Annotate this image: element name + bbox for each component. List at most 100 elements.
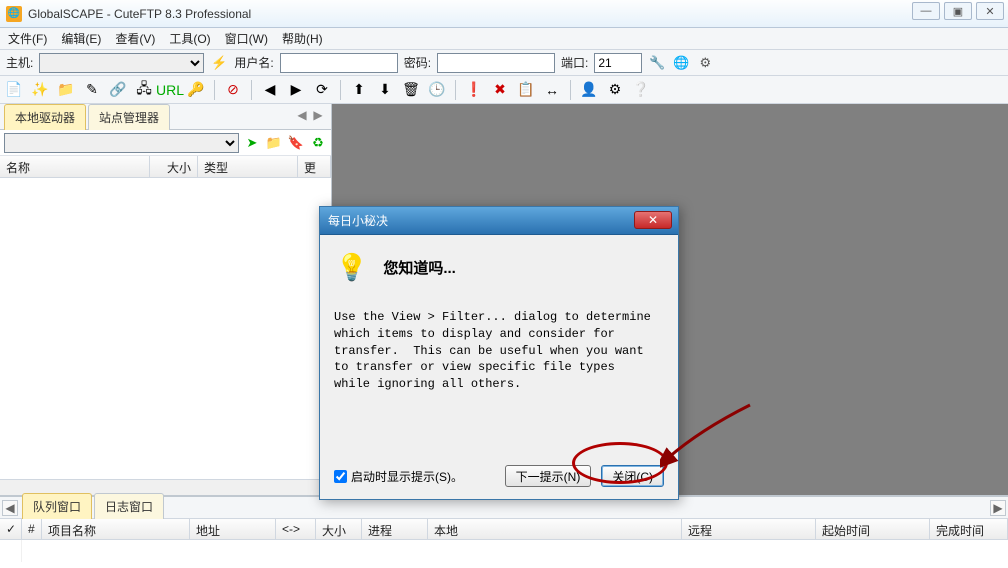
col-itemname[interactable]: 项目名称	[42, 519, 190, 539]
separator	[251, 80, 252, 100]
col-more[interactable]: 更	[298, 156, 331, 177]
globe-icon[interactable]: 🌐	[672, 54, 690, 72]
url-icon[interactable]: URL	[160, 80, 180, 100]
menu-help[interactable]: 帮助(H)	[282, 30, 323, 47]
tab-scroll-right-icon[interactable]: ▶	[311, 108, 325, 122]
separator	[455, 80, 456, 100]
col-start-time[interactable]: 起始时间	[816, 519, 930, 539]
tab-site-manager[interactable]: 站点管理器	[88, 104, 170, 130]
gear-icon[interactable]: ⚙	[696, 54, 714, 72]
col-name[interactable]: 名称	[0, 156, 150, 177]
pass-label: 密码:	[404, 54, 431, 71]
menu-bar: 文件(F) 编辑(E) 查看(V) 工具(O) 窗口(W) 帮助(H)	[0, 28, 1008, 50]
forward-icon[interactable]: ▶	[286, 80, 306, 100]
help-icon[interactable]: ❔	[631, 80, 651, 100]
connection-toolbar: 主机: ⚡ 用户名: 密码: 端口: 🔧 🌐 ⚙	[0, 50, 1008, 76]
tip-text: Use the View > Filter... dialog to deter…	[334, 309, 664, 393]
password-input[interactable]	[437, 53, 555, 73]
back-icon[interactable]: ◀	[260, 80, 280, 100]
tab-log-window[interactable]: 日志窗口	[94, 493, 164, 519]
next-tip-button[interactable]: 下一提示(N)	[505, 465, 592, 487]
col-size[interactable]: 大小	[150, 156, 198, 177]
col-direction[interactable]: <->	[276, 519, 316, 539]
show-on-startup-checkbox[interactable]: 启动时显示提示(S)。	[334, 468, 463, 485]
delete-icon[interactable]: 🗑	[401, 80, 421, 100]
port-input[interactable]	[594, 53, 642, 73]
new-icon[interactable]: 📄	[4, 80, 24, 100]
col-end-time[interactable]: 完成时间	[930, 519, 1008, 539]
link-icon[interactable]: 🔗	[108, 80, 128, 100]
local-path-bar: ➤ 📁 🔖 ♻	[0, 130, 331, 156]
tab-local-drives[interactable]: 本地驱动器	[4, 104, 86, 130]
folder-icon[interactable]: 📁	[56, 80, 76, 100]
queue-header: ✓ # 项目名称 地址 <-> 大小 进程 本地 远程 起始时间 完成时间	[0, 518, 1008, 540]
dialog-close-x-button[interactable]: ✕	[634, 211, 672, 229]
refresh2-icon[interactable]: ♻	[309, 134, 327, 152]
bottom-scroll-right-icon[interactable]: ▶	[990, 500, 1006, 516]
key-icon[interactable]: 🔑	[186, 80, 206, 100]
did-you-know-heading: 您知道吗...	[383, 257, 456, 278]
maximize-button[interactable]: ▣	[944, 2, 972, 20]
menu-view[interactable]: 查看(V)	[115, 30, 155, 47]
info-icon[interactable]: ❗	[464, 80, 484, 100]
username-input[interactable]	[280, 53, 398, 73]
wand-icon[interactable]: 🔧	[648, 54, 666, 72]
col-remote[interactable]: 远程	[682, 519, 816, 539]
local-pane: 本地驱动器 站点管理器 ◀ ▶ ➤ 📁 🔖 ♻ 名称 大小 类型 更	[0, 104, 332, 495]
port-label: 端口:	[561, 54, 588, 71]
minimize-button[interactable]: —	[912, 2, 940, 20]
wizard-icon[interactable]: ✨	[30, 80, 50, 100]
download-icon[interactable]: ⬇	[375, 80, 395, 100]
bottom-scroll-left-icon[interactable]: ◀	[2, 500, 18, 516]
show-on-startup-label: 启动时显示提示(S)。	[351, 468, 463, 485]
user-icon[interactable]: 👤	[579, 80, 599, 100]
col-type[interactable]: 类型	[198, 156, 298, 177]
left-tabs: 本地驱动器 站点管理器 ◀ ▶	[0, 104, 331, 130]
tab-queue-window[interactable]: 队列窗口	[22, 493, 92, 519]
local-path-input[interactable]	[4, 133, 239, 153]
upload-icon[interactable]: ⬆	[349, 80, 369, 100]
col-progress[interactable]: 进程	[362, 519, 428, 539]
app-icon: 🌐	[6, 6, 22, 22]
clock-icon[interactable]: 🕒	[427, 80, 447, 100]
up-folder-icon[interactable]: 📁	[265, 134, 283, 152]
menu-window[interactable]: 窗口(W)	[225, 30, 268, 47]
col-address[interactable]: 地址	[190, 519, 276, 539]
refresh-icon[interactable]: ⟳	[312, 80, 332, 100]
tab-scroll: ◀ ▶	[295, 108, 325, 122]
host-label: 主机:	[6, 54, 33, 71]
close-dialog-button[interactable]: 关闭(C)	[601, 465, 664, 487]
lightbulb-icon: 💡	[334, 249, 370, 285]
go-icon[interactable]: ➤	[243, 134, 261, 152]
show-on-startup-input[interactable]	[334, 470, 347, 483]
menu-file[interactable]: 文件(F)	[8, 30, 47, 47]
dialog-title: 每日小秘决	[328, 212, 388, 229]
local-list-header: 名称 大小 类型 更	[0, 156, 331, 178]
transfer-icon[interactable]: ↔	[542, 80, 562, 100]
settings-icon[interactable]: ⚙	[605, 80, 625, 100]
bookmark-icon[interactable]: 🔖	[287, 134, 305, 152]
window-title-bar: 🌐 GlobalSCAPE - CuteFTP 8.3 Professional…	[0, 0, 1008, 28]
menu-tools[interactable]: 工具(O)	[169, 30, 210, 47]
col-local[interactable]: 本地	[428, 519, 682, 539]
connect-icon[interactable]: ⚡	[210, 54, 228, 72]
separator	[570, 80, 571, 100]
edit-icon[interactable]: ✎	[82, 80, 102, 100]
main-toolbar: 📄 ✨ 📁 ✎ 🔗 🖧 URL 🔑 ⊘ ◀ ▶ ⟳ ⬆ ⬇ 🗑 🕒 ❗ ✖ 📋 …	[0, 76, 1008, 104]
user-label: 用户名:	[234, 54, 273, 71]
calendar-icon[interactable]: 📋	[516, 80, 536, 100]
queue-body[interactable]	[0, 540, 1008, 562]
dialog-title-bar: 每日小秘决 ✕	[320, 207, 678, 235]
local-file-list[interactable]	[0, 178, 331, 479]
cancel-icon[interactable]: ⊘	[223, 80, 243, 100]
host-input[interactable]	[39, 53, 204, 73]
stop-icon[interactable]: ✖	[490, 80, 510, 100]
col-check[interactable]: ✓	[0, 519, 22, 539]
col-num[interactable]: #	[22, 519, 42, 539]
close-window-button[interactable]: ✕	[976, 2, 1004, 20]
tip-of-day-dialog: 每日小秘决 ✕ 💡 您知道吗... Use the View > Filter.…	[319, 206, 679, 500]
sync-icon[interactable]: 🖧	[134, 80, 154, 100]
col-qsize[interactable]: 大小	[316, 519, 362, 539]
menu-edit[interactable]: 编辑(E)	[61, 30, 101, 47]
tab-scroll-left-icon[interactable]: ◀	[295, 108, 309, 122]
